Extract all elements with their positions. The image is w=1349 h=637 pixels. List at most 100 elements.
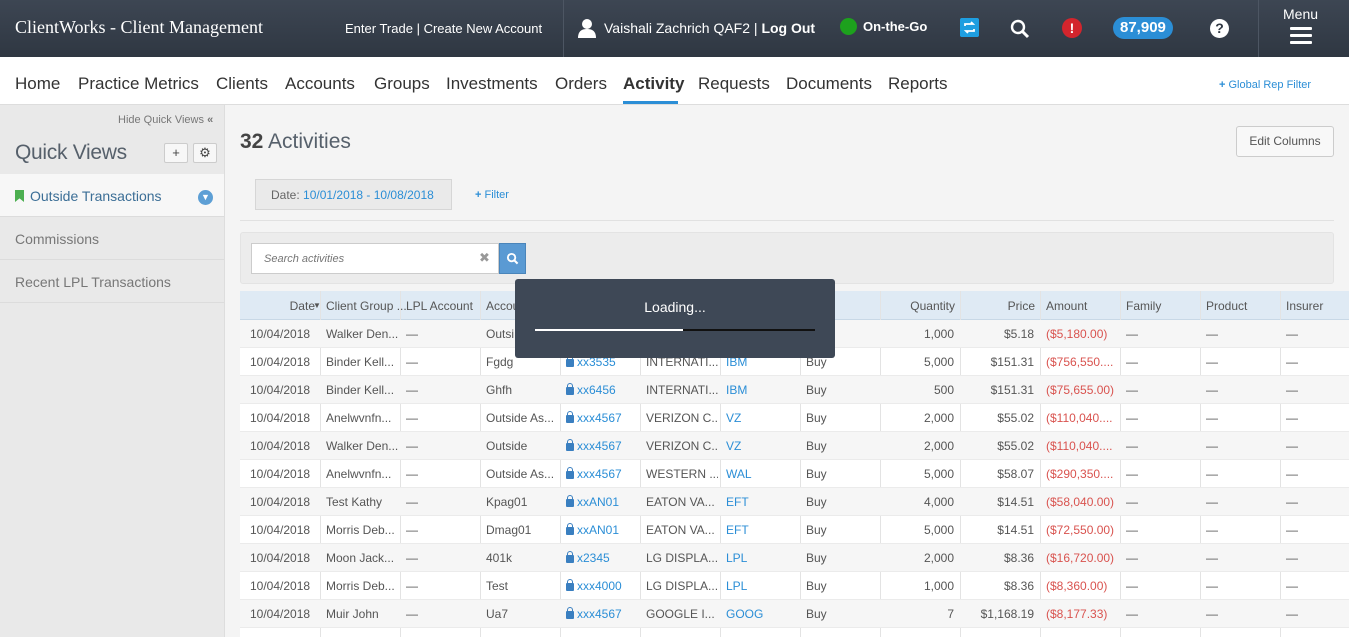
column-header-family[interactable]: Family [1126,299,1161,313]
menu-label[interactable]: Menu [1283,6,1318,22]
column-header-insurer[interactable]: Insurer [1286,299,1323,313]
search-button[interactable] [499,243,526,274]
hamburger-menu-icon[interactable] [1290,27,1312,44]
column-header-lpl-account[interactable]: LPL Account [406,299,473,313]
add-filter-label: Filter [484,189,509,201]
table-row[interactable]: 10/04/2018 Anelwvnfn... — Outside As... xxx4… [240,460,1349,488]
nav-accounts[interactable]: Accounts [285,74,355,94]
column-header-client-group[interactable]: Client Group ... [326,299,407,313]
cell-symbol[interactable]: GOOG [726,607,763,621]
cell-account-number[interactable]: xxx4567 [566,467,622,481]
quick-view-settings-button[interactable]: ⚙ [193,143,217,163]
hide-quick-views-link[interactable]: Hide Quick Views « [118,114,213,126]
loading-progress-bar [535,329,815,331]
cell-date: 10/04/2018 [250,523,311,537]
account-number-text: x2345 [577,551,610,565]
table-row[interactable]: 10/04/2018 Moon Jack... — 401k x2345 LG DISPL… [240,544,1349,572]
cell-family: — [1126,607,1138,621]
quick-view-item-recent-lpl-transactions[interactable]: Recent LPL Transactions [0,260,224,303]
cell-product: — [1206,383,1218,397]
cell-insurer: — [1286,551,1298,565]
nav-requests[interactable]: Requests [698,74,770,94]
quick-view-item-outside-transactions[interactable]: Outside Transactions [0,174,224,217]
cell-account-number[interactable]: xx6456 [566,383,616,397]
enter-trade-link[interactable]: Enter Trade [345,21,413,36]
cell-client-group: Morris Deb... [326,523,395,537]
nav-activity[interactable]: Activity [623,74,684,94]
cell-lpl-account: — [406,327,418,341]
create-account-link[interactable]: Create New Account [424,21,543,36]
nav-documents[interactable]: Documents [786,74,872,94]
nav-investments[interactable]: Investments [446,74,538,94]
sync-icon[interactable] [960,18,979,37]
cell-account-number[interactable]: x2345 [566,551,610,565]
user-name: Vaishali Zachrich QAF2 [604,20,751,36]
cell-description: VERIZON C... [646,411,718,425]
table-row[interactable]: 10/04/2018 Muir John — Ua7 xxx4567 GOOGLE I..… [240,600,1349,628]
cell-lpl-account: — [406,383,418,397]
cell-symbol[interactable]: VZ [726,439,741,453]
search-input[interactable] [251,243,499,274]
account-number-text: xxAN01 [577,495,620,509]
add-quick-view-button[interactable]: + [164,143,188,163]
cell-symbol[interactable]: EFT [726,495,749,509]
cell-lpl-account: — [406,551,418,565]
column-header-product[interactable]: Product [1206,299,1247,313]
account-number-text: xxx4567 [577,411,622,425]
link-separator: | [416,21,420,36]
edit-columns-button[interactable]: Edit Columns [1236,126,1334,157]
top-bar: ClientWorks - Client Management Enter Tr… [0,0,1349,57]
cell-symbol[interactable]: LPL [726,551,747,565]
logout-link[interactable]: Log Out [761,20,815,36]
column-header-date[interactable]: Date [240,299,315,313]
clear-search-icon[interactable]: ✖ [479,250,490,266]
cell-account-number[interactable]: xxx4567 [566,607,622,621]
nav-reports[interactable]: Reports [888,74,948,94]
cell-account-number[interactable]: xxx4000 [566,579,622,593]
cell-product: — [1206,607,1218,621]
nav-practice-metrics[interactable]: Practice Metrics [78,74,199,94]
search-icon[interactable] [1010,19,1030,39]
nav-orders[interactable]: Orders [555,74,607,94]
help-icon[interactable]: ? [1210,19,1229,38]
on-the-go-button[interactable]: On-the-Go [840,18,927,35]
add-filter-link[interactable]: + Filter [475,189,509,201]
date-filter-chip[interactable]: Date: 10/01/2018 - 10/08/2018 [255,179,452,210]
nav-home[interactable]: Home [15,74,60,94]
alert-icon[interactable]: ! [1062,18,1082,38]
nav-groups[interactable]: Groups [374,74,430,94]
cell-account-number[interactable]: xxx4567 [566,411,622,425]
account-number-text: xxx4567 [577,439,622,453]
notification-count-badge[interactable]: 87,909 [1113,17,1173,39]
table-row[interactable]: 10/04/2018 Morris Deb... — Dmag01 xxAN01 EATO… [240,516,1349,544]
table-row[interactable]: 10/04/2018 Morris Deb... — Test xxx4000 LG DI… [240,572,1349,600]
column-header-price[interactable]: Price [960,299,1035,313]
cell-account-number[interactable]: xxAN01 [566,495,619,509]
cell-product: — [1206,523,1218,537]
cell-family: — [1126,551,1138,565]
account-number-text: xxx4567 [577,467,622,481]
cell-symbol[interactable]: LPL [726,579,747,593]
cell-amount: ($756,550.... [1046,355,1114,369]
loading-progress-fill [535,329,684,331]
cell-symbol[interactable]: VZ [726,411,741,425]
table-row[interactable]: 10/04/2018 Test Kathy — Kpag01 xxAN01 EATON V… [240,488,1349,516]
table-row[interactable]: 10/04/2018 Anelwvnfn... — Outside As... xxx4… [240,404,1349,432]
cell-symbol[interactable]: IBM [726,383,747,397]
column-header-quantity[interactable]: Quantity [880,299,955,313]
cell-account-number[interactable]: xxx4567 [566,439,622,453]
cell-amount: ($8,177.33) [1046,607,1108,621]
cell-account-number[interactable]: xxAN01 [566,523,619,537]
table-row[interactable]: 10/04/2018 Binder Kell... — Ghfh xx6456 INTER… [240,376,1349,404]
cell-symbol[interactable]: EFT [726,523,749,537]
cell-type: Buy [806,411,827,425]
global-rep-filter-link[interactable]: + Global Rep Filter [1219,79,1311,91]
cell-symbol[interactable]: WAL [726,467,752,481]
column-header-amount[interactable]: Amount [1046,299,1087,313]
nav-clients[interactable]: Clients [216,74,268,94]
chevron-down-icon[interactable]: ▼ [198,190,213,205]
table-row[interactable]: 10/04/2018 Walker Den... — Outside xxx4567 VE… [240,432,1349,460]
cell-lpl-account: — [406,439,418,453]
cell-quantity: 7 [947,607,954,621]
quick-view-item-commissions[interactable]: Commissions [0,217,224,260]
